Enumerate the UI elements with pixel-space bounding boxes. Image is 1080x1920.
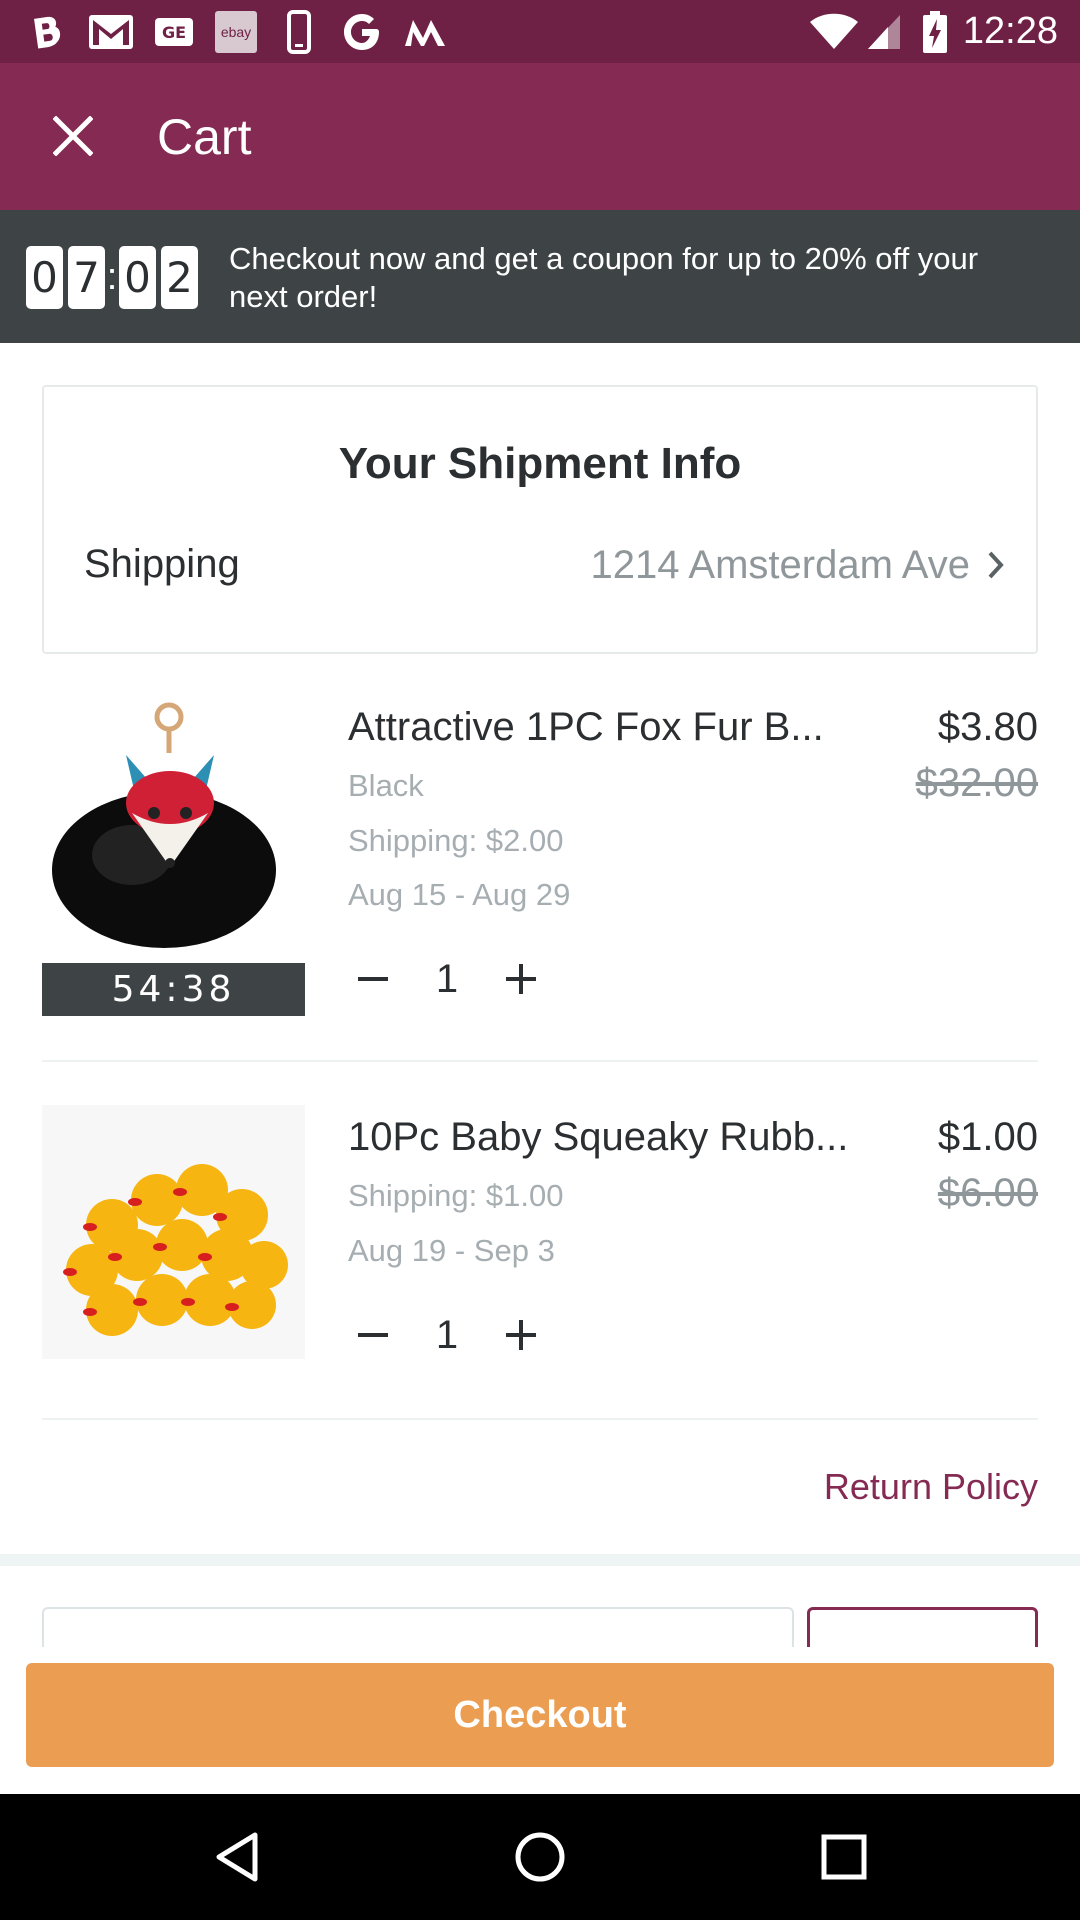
system-nav-bar bbox=[0, 1794, 1080, 1920]
back-icon bbox=[216, 1832, 258, 1882]
m-app-icon bbox=[402, 0, 448, 63]
home-icon bbox=[515, 1832, 565, 1882]
shipping-cost: Shipping: $2.00 bbox=[348, 823, 564, 858]
shipping-address-link[interactable]: 1214 Amsterdam Ave bbox=[591, 535, 1007, 595]
delivery-window: Aug 15 - Aug 29 bbox=[348, 877, 571, 912]
wifi-icon bbox=[808, 0, 860, 63]
minus-icon bbox=[358, 1333, 388, 1337]
product-name[interactable]: Attractive 1PC Fox Fur B... bbox=[348, 705, 868, 750]
close-button[interactable] bbox=[36, 99, 110, 173]
product-price: $1.00 bbox=[937, 1115, 1038, 1159]
b-app-icon bbox=[28, 0, 68, 63]
coupon-banner: 0 7 : 0 2 Checkout now and get a coupon … bbox=[0, 210, 1080, 343]
timer-separator: : bbox=[106, 256, 118, 298]
chevron-right-icon bbox=[988, 551, 1004, 579]
quantity-stepper: 1 bbox=[348, 1305, 546, 1365]
battery-charging-icon bbox=[918, 0, 952, 63]
timer-digit: 2 bbox=[161, 246, 198, 309]
product-name[interactable]: 10Pc Baby Squeaky Rubb... bbox=[348, 1115, 868, 1160]
item-countdown: 54:38 bbox=[42, 963, 305, 1016]
google-icon bbox=[340, 0, 384, 63]
recents-icon bbox=[821, 1834, 867, 1880]
divider bbox=[42, 1418, 1038, 1420]
checkout-button[interactable]: Checkout bbox=[26, 1663, 1054, 1767]
shipping-label: Shipping bbox=[84, 542, 240, 586]
status-bar: GE ebay 12:28 bbox=[0, 0, 1080, 63]
product-price: $3.80 bbox=[937, 705, 1038, 749]
coupon-code-field[interactable] bbox=[42, 1607, 794, 1647]
product-image-rubber-ducks[interactable] bbox=[42, 1105, 305, 1359]
nav-home-button[interactable] bbox=[480, 1794, 600, 1920]
quantity-stepper: 1 bbox=[348, 949, 546, 1009]
shipment-title: Your Shipment Info bbox=[338, 439, 742, 488]
divider bbox=[42, 1060, 1038, 1062]
coupon-message: Checkout now and get a coupon for up to … bbox=[229, 241, 979, 314]
phone-icon bbox=[284, 0, 314, 63]
delivery-window: Aug 19 - Sep 3 bbox=[348, 1233, 555, 1268]
ebay-label: ebay bbox=[215, 10, 257, 53]
original-price: $32.00 bbox=[915, 761, 1038, 805]
close-icon bbox=[53, 116, 93, 156]
increase-quantity-button[interactable] bbox=[496, 1305, 546, 1365]
section-separator bbox=[0, 1554, 1080, 1566]
quantity-value: 1 bbox=[435, 956, 459, 1001]
timer-digit: 7 bbox=[68, 246, 105, 309]
return-policy-link[interactable]: Return Policy bbox=[824, 1466, 1038, 1508]
page-title: Cart bbox=[157, 108, 252, 165]
apply-coupon-button[interactable] bbox=[807, 1607, 1038, 1647]
plus-icon bbox=[506, 1320, 536, 1350]
increase-quantity-button[interactable] bbox=[496, 949, 546, 1009]
minus-icon bbox=[358, 977, 388, 981]
product-image-fox-keychain[interactable] bbox=[42, 695, 305, 949]
cart-item: 54:38 Attractive 1PC Fox Fur B... $3.80 … bbox=[42, 695, 1038, 1016]
status-time: 12:28 bbox=[962, 10, 1058, 52]
shipping-address: 1214 Amsterdam Ave bbox=[590, 542, 971, 587]
gmail-icon bbox=[86, 0, 136, 63]
decrease-quantity-button[interactable] bbox=[348, 1305, 398, 1365]
ebay-icon: ebay bbox=[213, 0, 259, 63]
product-variant: Black bbox=[348, 768, 424, 803]
countdown-timer: 0 7 : 0 2 bbox=[26, 246, 198, 309]
signal-icon bbox=[864, 0, 904, 63]
nav-recents-button[interactable] bbox=[784, 1794, 904, 1920]
decrease-quantity-button[interactable] bbox=[348, 949, 398, 1009]
svg-text:GE: GE bbox=[162, 23, 186, 42]
nav-back-button[interactable] bbox=[176, 1794, 296, 1920]
ge-app-icon: GE bbox=[152, 0, 196, 63]
shipment-info-card: Your Shipment Info Shipping 1214 Amsterd… bbox=[42, 385, 1038, 654]
timer-digit: 0 bbox=[119, 246, 156, 309]
original-price: $6.00 bbox=[937, 1171, 1038, 1215]
timer-digit: 0 bbox=[26, 246, 63, 309]
plus-icon bbox=[506, 964, 536, 994]
shipping-cost: Shipping: $1.00 bbox=[348, 1178, 564, 1213]
quantity-value: 1 bbox=[435, 1312, 459, 1357]
cart-item: 10Pc Baby Squeaky Rubb... $1.00 $6.00 Sh… bbox=[42, 1105, 1038, 1385]
app-bar: Cart bbox=[0, 63, 1080, 210]
